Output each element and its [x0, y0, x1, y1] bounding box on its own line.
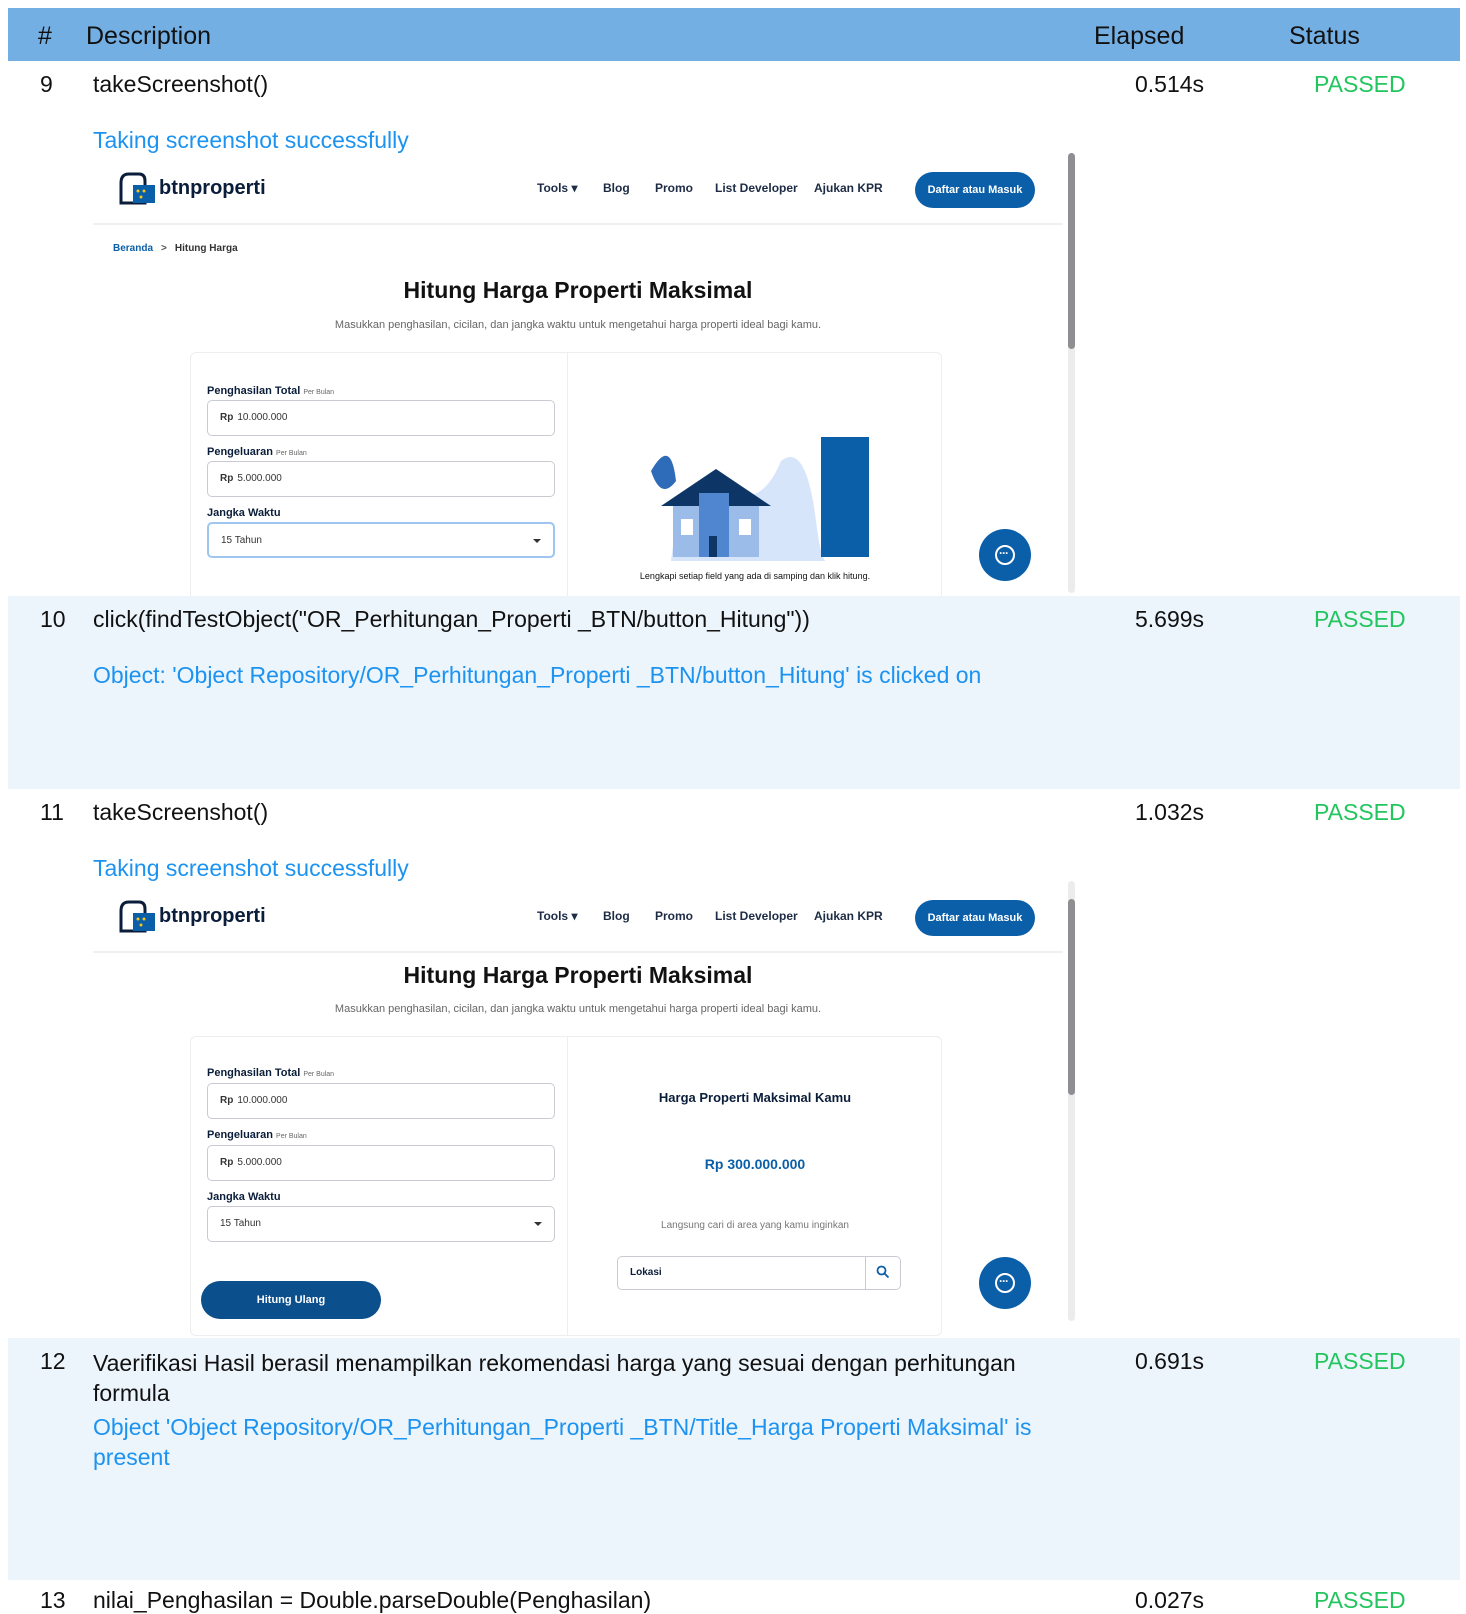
table-row: 9 takeScreenshot() 0.514s PASSED Taking … [8, 61, 1460, 596]
nav-promo[interactable]: Promo [655, 181, 693, 195]
nav-tools[interactable]: Tools ▾ [537, 181, 577, 195]
breadcrumb: Beranda > Hitung Harga [113, 243, 238, 254]
table-row: 11 takeScreenshot() 1.032s PASSED Taking… [8, 789, 1460, 1338]
table-row: 13 nilai_Penghasilan = Double.parseDoubl… [8, 1580, 1460, 1614]
login-register-button[interactable]: Daftar atau Masuk [915, 172, 1035, 208]
step-number: 13 [40, 1587, 66, 1613]
breadcrumb-home[interactable]: Beranda [113, 243, 153, 254]
table-header: # Description Elapsed Status [8, 8, 1460, 61]
step-description: click(findTestObject("OR_Perhitungan_Pro… [93, 606, 810, 632]
step-elapsed: 0.691s [1135, 1348, 1205, 1374]
step-message: Object 'Object Repository/OR_Perhitungan… [93, 1414, 1032, 1470]
house-illustration [651, 437, 869, 561]
location-input[interactable]: Lokasi [617, 1256, 901, 1290]
login-register-button[interactable]: Daftar atau Masuk [915, 900, 1035, 936]
nav-ajukan-kpr[interactable]: Ajukan KPR [814, 909, 883, 923]
search-icon [876, 1265, 890, 1279]
chat-icon [995, 545, 1015, 565]
calculator-card: Penghasilan Total Per Bulan Rp 10.000.000 … [190, 352, 942, 596]
term-select[interactable]: 15 Tahun [207, 1206, 555, 1242]
step-number: 9 [40, 71, 53, 97]
house-logo-icon [119, 172, 155, 205]
chat-icon [995, 1273, 1015, 1293]
step-status: PASSED [1314, 1587, 1406, 1613]
chevron-down-icon [534, 1222, 542, 1226]
chat-button[interactable] [979, 1257, 1031, 1309]
page-subtitle: Masukkan penghasilan, cicilan, dan jangk… [334, 319, 822, 331]
breadcrumb-current: Hitung Harga [174, 243, 238, 254]
site-navbar: btnproperti Tools ▾ Blog Promo List Deve… [93, 881, 1063, 953]
site-logo[interactable]: btnproperti [117, 171, 266, 205]
step-description: takeScreenshot() [93, 799, 269, 825]
site-navbar: btnproperti Tools ▾ Blog Promo List Deve… [93, 153, 1063, 225]
col-description: Description [86, 22, 212, 50]
step-status: PASSED [1314, 799, 1406, 825]
step-number: 12 [40, 1348, 66, 1374]
scrollbar-thumb[interactable] [1068, 899, 1075, 1095]
nav-list-developer[interactable]: List Developer [715, 909, 798, 923]
income-input[interactable]: Rp 10.000.000 [207, 400, 555, 436]
breadcrumb-chevron-icon: > [161, 243, 167, 254]
scrollbar-thumb[interactable] [1068, 153, 1075, 349]
table-row: 10 click(findTestObject("OR_Perhitungan_… [8, 596, 1460, 789]
step-status: PASSED [1314, 606, 1406, 632]
house-logo-icon [119, 900, 155, 933]
step-message: Taking screenshot successfully [93, 127, 409, 153]
col-elapsed: Elapsed [1094, 22, 1185, 50]
page-title: Hitung Harga Properti Maksimal [403, 962, 753, 988]
step-description: nilai_Penghasilan = Double.parseDouble(P… [93, 1587, 652, 1613]
income-label: Penghasilan Total Per Bulan [207, 385, 335, 397]
step-elapsed: 0.514s [1135, 71, 1205, 97]
step-message: Taking screenshot successfully [93, 855, 409, 881]
step-elapsed: 5.699s [1135, 606, 1205, 632]
screenshot-before: btnproperti Tools ▾ Blog Promo List Deve… [93, 153, 1083, 596]
nav-blog[interactable]: Blog [603, 181, 630, 195]
income-label: Penghasilan Total Per Bulan [207, 1067, 335, 1079]
step-description: Vaerifikasi Hasil berasil menampilkan re… [93, 1350, 1016, 1406]
page-scrollbar[interactable] [1068, 153, 1075, 593]
nav-tools[interactable]: Tools ▾ [537, 909, 577, 923]
step-elapsed: 0.027s [1135, 1587, 1205, 1613]
step-elapsed: 1.032s [1135, 799, 1205, 825]
result-price: Rp 300.000.000 [704, 1156, 806, 1172]
nav-list-developer[interactable]: List Developer [715, 181, 798, 195]
step-number: 10 [40, 606, 66, 632]
step-description: takeScreenshot() [93, 71, 269, 97]
term-select[interactable]: 15 Tahun [207, 522, 555, 558]
term-label: Jangka Waktu [207, 1191, 281, 1203]
nav-promo[interactable]: Promo [655, 909, 693, 923]
step-message: Object: 'Object Repository/OR_Perhitunga… [93, 662, 982, 688]
chat-button[interactable] [979, 529, 1031, 581]
expense-input[interactable]: Rp 5.000.000 [207, 461, 555, 497]
page-scrollbar[interactable] [1068, 881, 1075, 1321]
screenshot-after: btnproperti Tools ▾ Blog Promo List Deve… [93, 881, 1083, 1338]
table-row: 12 Vaerifikasi Hasil berasil menampilkan… [8, 1338, 1460, 1580]
expense-label: Pengeluaran Per Bulan [207, 446, 307, 458]
chevron-down-icon [533, 539, 541, 543]
step-status: PASSED [1314, 71, 1406, 97]
nav-ajukan-kpr[interactable]: Ajukan KPR [814, 181, 883, 195]
step-status: PASSED [1314, 1348, 1406, 1374]
expense-input[interactable]: Rp 5.000.000 [207, 1145, 555, 1181]
illustration-caption: Lengkapi setiap field yang ada di sampin… [639, 571, 871, 581]
expense-label: Pengeluaran Per Bulan [207, 1129, 307, 1141]
result-subtitle: Langsung cari di area yang kamu inginkan [661, 1220, 849, 1231]
recalculate-button[interactable]: Hitung Ulang [201, 1281, 381, 1319]
step-number: 11 [40, 799, 64, 825]
col-number: # [38, 22, 52, 50]
result-title: Harga Properti Maksimal Kamu [658, 1090, 852, 1105]
term-label: Jangka Waktu [207, 507, 281, 519]
page-title: Hitung Harga Properti Maksimal [403, 277, 753, 303]
page-subtitle: Masukkan penghasilan, cicilan, dan jangk… [334, 1003, 822, 1015]
col-status: Status [1289, 22, 1360, 50]
income-input[interactable]: Rp 10.000.000 [207, 1083, 555, 1119]
site-logo[interactable]: btnproperti [117, 899, 266, 933]
nav-blog[interactable]: Blog [603, 909, 630, 923]
logo-text: btnproperti [159, 176, 266, 199]
search-button[interactable] [865, 1257, 900, 1289]
logo-text: btnproperti [159, 904, 266, 927]
